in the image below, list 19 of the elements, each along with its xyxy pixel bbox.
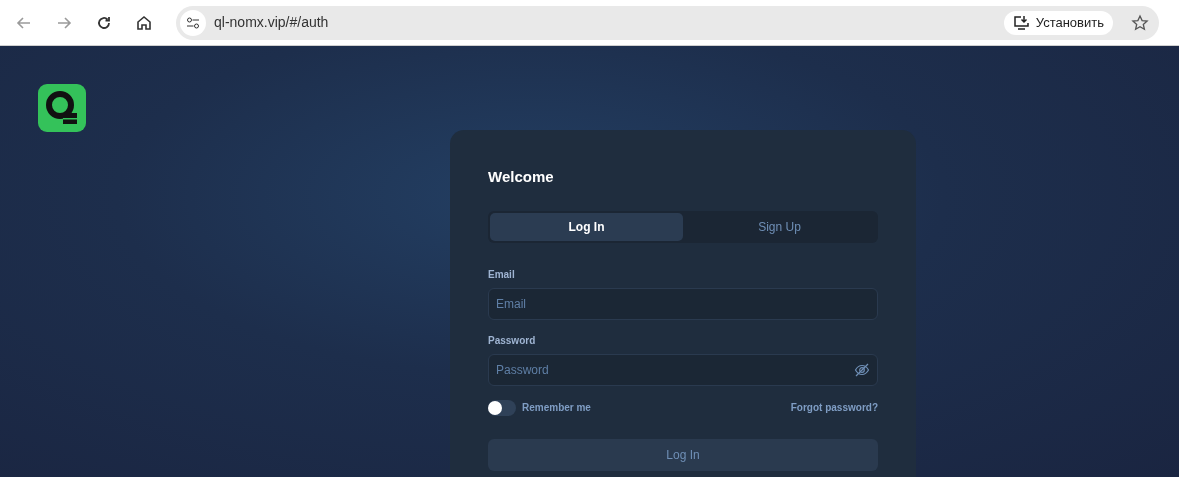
logo-icon [38,84,86,132]
hidden-eye-icon[interactable] [854,361,870,378]
password-field[interactable]: Password [488,353,878,386]
forgot-password-link[interactable]: Forgot password? [790,400,878,415]
address-bar[interactable]: ql-nomx.vip/#/auth Установить [176,5,1159,40]
field-label: Password [488,333,537,348]
email-field[interactable]: Email [488,287,878,320]
star-icon[interactable] [1131,13,1149,32]
tab[interactable]: Sign Up [683,212,876,241]
tab[interactable]: Log In [490,212,683,241]
card-title: Welcome [488,167,555,187]
field-label: Email [488,267,516,282]
site-settings-icon[interactable] [180,9,206,36]
login-button[interactable]: Log In [488,438,878,471]
remember-label: Remember me [522,401,591,415]
install-button[interactable]: Установить [1003,10,1113,35]
url-text: ql-nomx.vip/#/auth [214,13,329,32]
remember-toggle[interactable] [488,399,516,416]
install-icon [1012,14,1031,31]
